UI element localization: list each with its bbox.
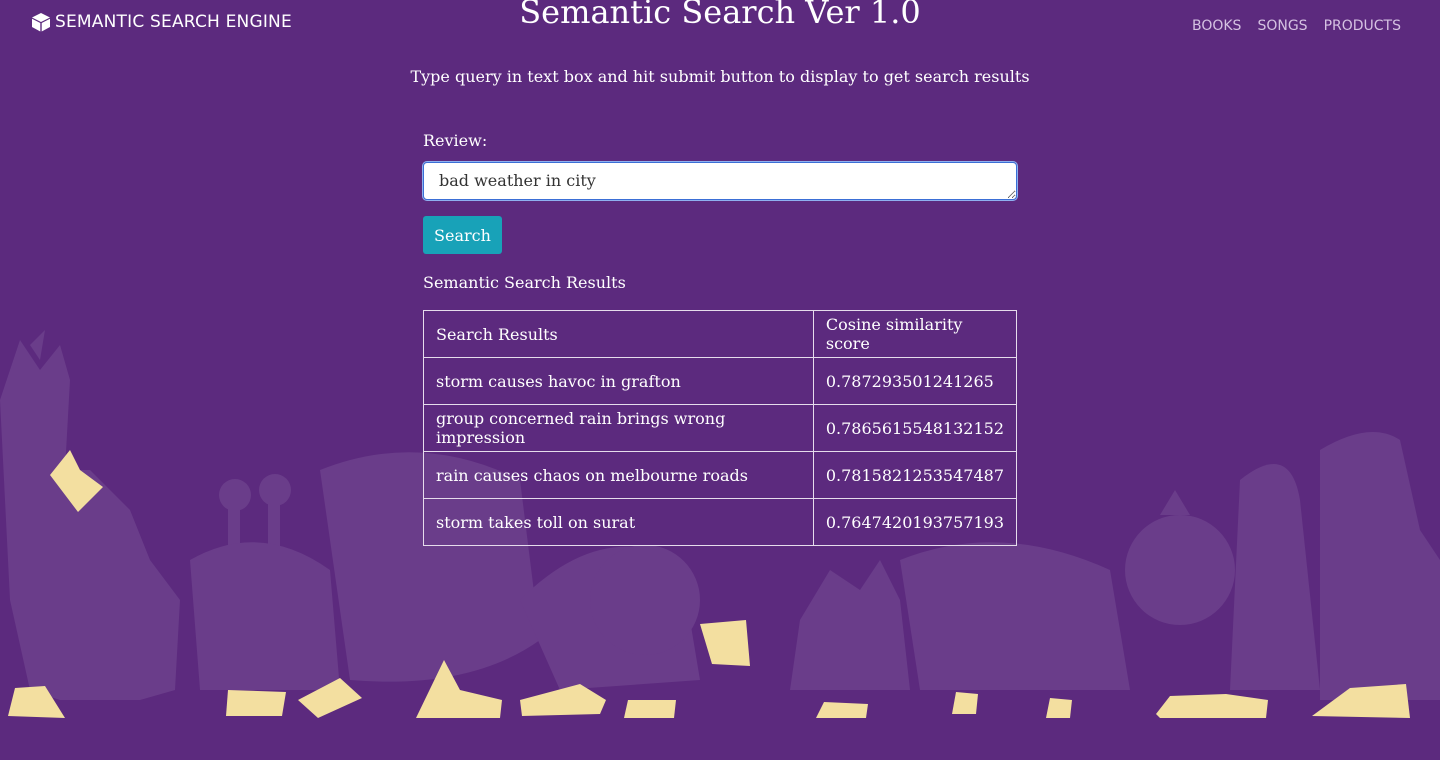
search-button[interactable]: Search (423, 216, 502, 254)
result-text: storm causes havoc in grafton (423, 357, 814, 405)
results-heading: Semantic Search Results (423, 273, 626, 292)
result-text: storm takes toll on surat (423, 498, 814, 546)
result-score: 0.7815821253547487 (812, 451, 1018, 499)
review-label: Review: (423, 131, 488, 150)
table-header-row: Search Results Cosine similarity score (423, 310, 1018, 358)
results-table: Search Results Cosine similarity score s… (423, 310, 1018, 546)
table-row: group concerned rain brings wrong impres… (423, 404, 1018, 452)
result-score: 0.7647420193757193 (812, 498, 1018, 546)
table-row: storm causes havoc in grafton 0.78729350… (423, 357, 1018, 405)
result-text: rain causes chaos on melbourne roads (423, 451, 814, 499)
column-header-results: Search Results (423, 310, 814, 358)
column-header-score: Cosine similarity score (812, 310, 1018, 358)
result-text: group concerned rain brings wrong impres… (423, 404, 814, 452)
result-score: 0.7865615548132152 (812, 404, 1018, 452)
table-row: storm takes toll on surat 0.764742019375… (423, 498, 1018, 546)
search-form-panel: Review: bad weather in city Search Seman… (422, 131, 1018, 546)
table-row: rain causes chaos on melbourne roads 0.7… (423, 451, 1018, 499)
page-title: Semantic Search Ver 1.0 (519, 0, 921, 31)
query-input[interactable]: bad weather in city (422, 161, 1018, 201)
page-subtitle: Type query in text box and hit submit bu… (410, 67, 1030, 86)
result-score: 0.787293501241265 (812, 357, 1018, 405)
